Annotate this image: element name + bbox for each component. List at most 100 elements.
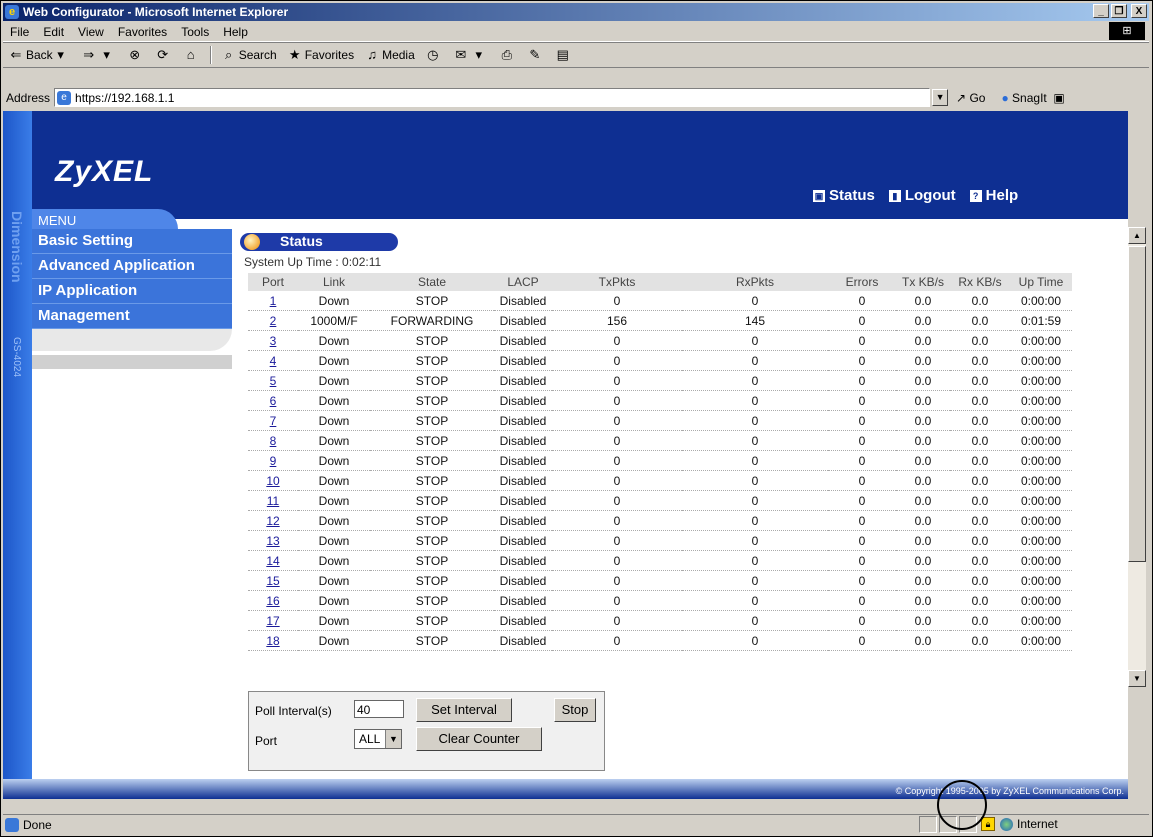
port-link[interactable]: 14 bbox=[248, 550, 298, 571]
port-link[interactable]: 5 bbox=[248, 370, 298, 391]
port-link[interactable]: 8 bbox=[248, 430, 298, 451]
help-link[interactable]: ? Help bbox=[969, 187, 1018, 204]
table-cell: 0 bbox=[828, 390, 896, 411]
table-cell: Disabled bbox=[494, 370, 552, 391]
table-row: 7 Down STOP Disabled 0 0 0 0.0 0.0 0:00:00 bbox=[248, 410, 1072, 431]
port-link[interactable]: 4 bbox=[248, 350, 298, 371]
minimize-button[interactable]: _ bbox=[1093, 4, 1109, 18]
table-cell: 0.0 bbox=[950, 291, 1010, 311]
table-cell: 0.0 bbox=[896, 550, 950, 571]
table-cell: 0 bbox=[682, 610, 828, 631]
forward-button[interactable]: ⇒ ▾ bbox=[76, 47, 122, 63]
table-cell: 0 bbox=[828, 630, 896, 651]
print-icon: ⎙ bbox=[501, 47, 512, 62]
port-link[interactable]: 9 bbox=[248, 450, 298, 471]
table-cell: 0 bbox=[682, 490, 828, 511]
favorites-button[interactable]: ★ Favorites bbox=[282, 47, 359, 63]
menu-edit[interactable]: Edit bbox=[36, 25, 71, 39]
table-row: 17 Down STOP Disabled 0 0 0 0.0 0.0 0:00:00 bbox=[248, 610, 1072, 631]
port-link[interactable]: 16 bbox=[248, 590, 298, 611]
maximize-button[interactable]: ❐ bbox=[1111, 4, 1127, 18]
status-content: Status System Up Time : 0:02:11 Port Link… bbox=[234, 219, 1128, 799]
port-link[interactable]: 18 bbox=[248, 630, 298, 651]
port-select[interactable]: ALL ▼ bbox=[354, 729, 402, 749]
table-cell: 0.0 bbox=[896, 291, 950, 311]
menu-header: MENU bbox=[32, 209, 178, 229]
back-button[interactable]: ⇐ Back ▾ bbox=[3, 47, 76, 63]
toolbar-separator bbox=[209, 46, 212, 64]
address-dropdown-button[interactable]: ▼ bbox=[932, 89, 949, 106]
discuss-icon: ▤ bbox=[556, 47, 569, 62]
port-link[interactable]: 6 bbox=[248, 390, 298, 411]
table-cell: Down bbox=[298, 510, 370, 531]
table-cell: 0 bbox=[828, 610, 896, 631]
port-link[interactable]: 3 bbox=[248, 330, 298, 351]
print-button[interactable]: ⎙ bbox=[494, 47, 522, 63]
home-button[interactable]: ⌂ bbox=[178, 47, 206, 63]
brand-strip: Dimension GS-4024 bbox=[3, 111, 32, 799]
clear-counter-button[interactable]: Clear Counter bbox=[416, 727, 542, 751]
globe-icon bbox=[1000, 817, 1013, 831]
title-bar: e Web Configurator - Microsoft Internet … bbox=[3, 3, 1149, 21]
table-cell: Down bbox=[298, 450, 370, 471]
table-cell: 0 bbox=[682, 370, 828, 391]
history-button[interactable]: ◷ bbox=[420, 47, 448, 63]
table-cell: 0 bbox=[828, 530, 896, 551]
table-row: 12 Down STOP Disabled 0 0 0 0.0 0.0 0:00:00 bbox=[248, 510, 1072, 531]
menu-favorites[interactable]: Favorites bbox=[111, 25, 174, 39]
go-button[interactable]: ↗ Go bbox=[956, 91, 985, 105]
snagit-button[interactable]: ● SnagIt ▣ bbox=[1001, 91, 1064, 105]
menu-tools[interactable]: Tools bbox=[174, 25, 216, 39]
set-interval-button[interactable]: Set Interval bbox=[416, 698, 512, 722]
media-button[interactable]: ♫ Media bbox=[359, 47, 420, 63]
table-cell: 0.0 bbox=[950, 330, 1010, 351]
mail-button[interactable]: ✉ ▾ bbox=[448, 47, 494, 63]
table-cell: 0 bbox=[828, 291, 896, 311]
port-link[interactable]: 13 bbox=[248, 530, 298, 551]
menu-item-ip-application[interactable]: IP Application bbox=[32, 279, 232, 304]
logout-link[interactable]: ▮ Logout bbox=[888, 187, 956, 204]
stop-button[interactable]: Stop bbox=[554, 698, 596, 722]
status-link[interactable]: ▣ Status bbox=[813, 187, 875, 204]
table-cell: STOP bbox=[370, 410, 494, 431]
port-link[interactable]: 12 bbox=[248, 510, 298, 531]
port-link[interactable]: 11 bbox=[248, 490, 298, 511]
table-cell: 0:00:00 bbox=[1010, 530, 1072, 551]
menu-item-basic-setting[interactable]: Basic Setting bbox=[32, 229, 232, 254]
snagit-icon: ● bbox=[1001, 90, 1009, 105]
address-input[interactable]: e https://192.168.1.1 bbox=[54, 88, 931, 107]
scroll-up-icon[interactable]: ▲ bbox=[1128, 227, 1146, 244]
table-cell: Down bbox=[298, 630, 370, 651]
edit-button[interactable]: ✎ bbox=[522, 47, 550, 63]
menu-item-management[interactable]: Management bbox=[32, 304, 232, 329]
port-link[interactable]: 7 bbox=[248, 410, 298, 431]
table-cell: 0:00:00 bbox=[1010, 330, 1072, 351]
port-link[interactable]: 17 bbox=[248, 610, 298, 631]
close-button[interactable]: X bbox=[1131, 4, 1147, 18]
table-row: 8 Down STOP Disabled 0 0 0 0.0 0.0 0:00:00 bbox=[248, 430, 1072, 451]
table-cell: 0.0 bbox=[896, 510, 950, 531]
port-link[interactable]: 15 bbox=[248, 570, 298, 591]
table-cell: Disabled bbox=[494, 570, 552, 591]
table-cell: STOP bbox=[370, 490, 494, 511]
table-cell: 0.0 bbox=[950, 410, 1010, 431]
port-link[interactable]: 2 bbox=[248, 310, 298, 331]
port-link[interactable]: 10 bbox=[248, 470, 298, 491]
menu-help[interactable]: Help bbox=[216, 25, 255, 39]
stop-load-button[interactable]: ⊗ bbox=[122, 47, 150, 63]
search-button[interactable]: ⌕ Search bbox=[216, 47, 282, 63]
menu-view[interactable]: View bbox=[71, 25, 111, 39]
table-cell: 0 bbox=[828, 430, 896, 451]
port-link[interactable]: 1 bbox=[248, 291, 298, 311]
menu-file[interactable]: File bbox=[3, 25, 36, 39]
refresh-button[interactable]: ⟳ bbox=[150, 47, 178, 63]
discuss-button[interactable]: ▤ bbox=[550, 47, 578, 63]
table-cell: 0:00:00 bbox=[1010, 350, 1072, 371]
go-arrow-icon: ↗ bbox=[956, 90, 967, 105]
poll-interval-input[interactable]: 40 bbox=[354, 700, 404, 718]
menu-item-advanced-application[interactable]: Advanced Application bbox=[32, 254, 232, 279]
scroll-thumb[interactable] bbox=[1128, 246, 1146, 562]
table-cell: 0.0 bbox=[896, 430, 950, 451]
scroll-down-icon[interactable]: ▼ bbox=[1128, 670, 1146, 687]
vertical-scrollbar[interactable]: ▲ ▼ bbox=[1128, 227, 1146, 687]
